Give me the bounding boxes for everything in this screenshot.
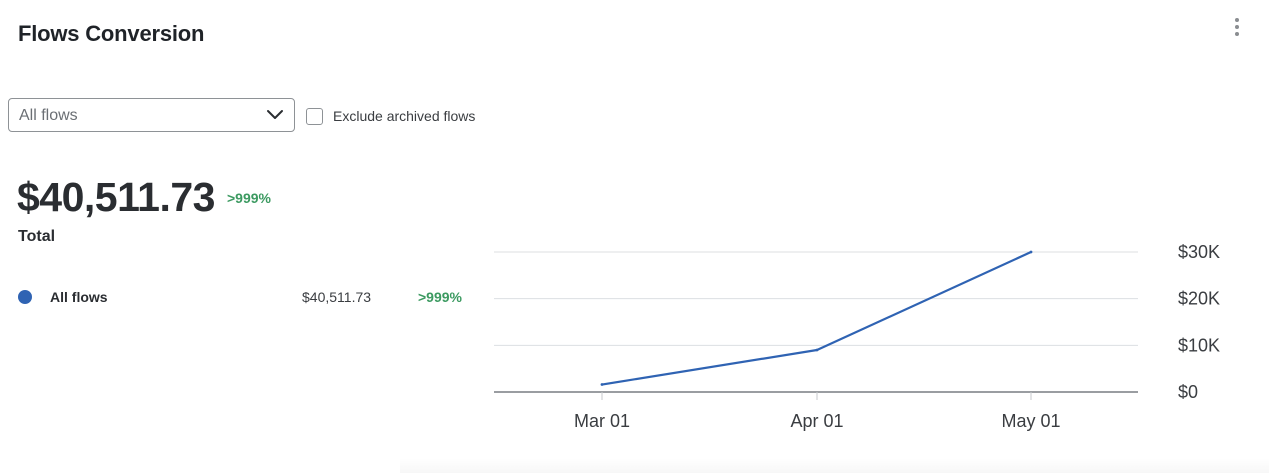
exclude-archived-checkbox[interactable] [306,107,323,125]
series-color-dot [18,290,32,304]
y-tick-label: $20K [1178,289,1220,309]
flow-select[interactable]: All flows [8,98,295,132]
chevron-down-icon [267,110,283,119]
x-tick-label: Mar 01 [574,411,630,431]
page-title: Flows Conversion [18,21,205,46]
legend-series-change: >999% [418,289,462,305]
menu-dot [1235,18,1239,22]
line-chart: $0 $10K $20K $30K Mar 01 Apr 01 May 01 [494,242,1220,431]
x-tick-label: May 01 [1001,411,1060,431]
card-bottom-shadow [400,458,1269,473]
menu-dot [1235,32,1239,36]
data-point [600,383,604,386]
legend-series-name: All flows [50,289,108,305]
legend-item: All flows $40,511.73 >999% [18,288,478,308]
more-vertical-icon[interactable] [1228,14,1246,40]
data-point [1029,250,1033,254]
menu-dot [1235,25,1239,29]
x-tick-label: Apr 01 [790,411,843,431]
flow-select-value: All flows [19,107,78,124]
total-change-badge: >999% [227,190,271,206]
legend-series-value: $40,511.73 [302,289,372,305]
total-value: $40,511.73 [17,174,215,220]
data-point [815,348,819,352]
series-line-all-flows [600,250,1033,386]
y-tick-label: $10K [1178,335,1220,355]
y-tick-label: $30K [1178,242,1220,262]
y-tick-label: $0 [1178,382,1198,402]
exclude-archived-toggle[interactable]: Exclude archived flows [306,106,475,126]
flows-conversion-card: Flows Conversion All flows Exclude archi… [0,0,1269,473]
exclude-archived-label: Exclude archived flows [333,108,476,124]
total-label: Total [18,228,56,245]
